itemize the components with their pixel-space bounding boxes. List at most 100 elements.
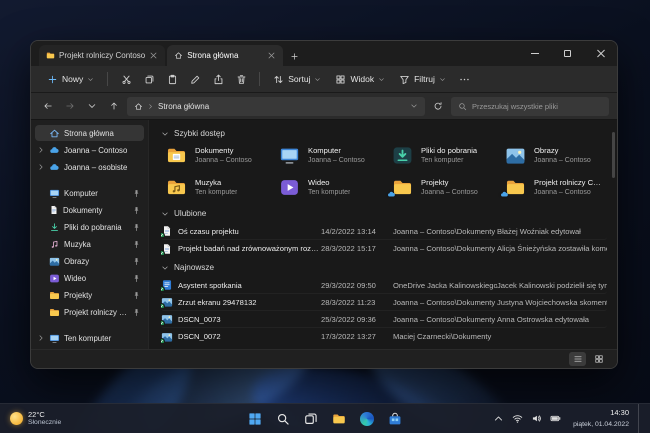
tile-name: Projekt rolniczy Contoso	[534, 178, 604, 188]
tab-strona-g-wna[interactable]: Strona główna	[167, 45, 283, 66]
tab-close-icon[interactable]	[267, 51, 276, 60]
chevron-right-icon	[37, 334, 45, 342]
taskbar-edge-button[interactable]	[355, 407, 379, 431]
sidebar-item-label: Projekty	[64, 291, 128, 300]
section-header-quick-access[interactable]: Szybki dostęp	[161, 129, 607, 138]
tray-chevron-up-button[interactable]	[490, 411, 507, 426]
folder-music-icon	[164, 177, 189, 198]
minimize-button[interactable]	[518, 41, 551, 66]
tray-volume-button[interactable]	[528, 411, 545, 426]
file-name: DSCN_0072	[178, 332, 221, 341]
pin-icon	[132, 206, 141, 215]
sidebar-item-muzyka[interactable]: Muzyka	[35, 236, 144, 252]
plus-icon	[290, 52, 299, 61]
sidebar-item-ten-komputer[interactable]: Ten komputer	[35, 330, 144, 346]
taskbar: 22°C Słonecznie 14:30 piątek, 01.04.2022	[0, 403, 650, 433]
file-row-projekt-bada-nad-zr-wnowa-onym-rozwojem[interactable]: Projekt badań nad zrównoważonym rozwojem…	[161, 240, 607, 257]
tab-strip: Projekt rolniczy ContosoStrona główna	[39, 45, 285, 66]
file-row-dscn-0072[interactable]: DSCN_007217/3/2022 13:27Maciej Czarnecki…	[161, 328, 607, 345]
quick-access-tile-komputer[interactable]: KomputerJoanna – Contoso	[274, 143, 381, 168]
pin-icon	[132, 274, 141, 283]
synced-check-icon	[161, 232, 165, 237]
synced-check-icon	[161, 286, 165, 291]
file-row-asystent-spotkania[interactable]: Asystent spotkania29/3/2022 09:50OneDriv…	[161, 277, 607, 294]
cut-button[interactable]	[115, 69, 137, 89]
quick-access-tile-dokumenty[interactable]: DokumentyJoanna – Contoso	[161, 143, 268, 168]
delete-button[interactable]	[230, 69, 252, 89]
folder-icon	[46, 51, 55, 60]
scrollbar[interactable]	[612, 132, 615, 178]
sidebar-item-strona-g-wna[interactable]: Strona główna	[35, 125, 144, 141]
tile-location: Joanna – Contoso	[308, 156, 365, 165]
sidebar-item-pliki-do-pobrania[interactable]: Pliki do pobrania	[35, 219, 144, 235]
weather-condition: Słonecznie	[28, 419, 61, 427]
clock[interactable]: 14:30 piątek, 01.04.2022	[570, 406, 632, 432]
up-button[interactable]	[105, 97, 123, 115]
sort-button[interactable]: Sortuj	[267, 71, 327, 88]
folder-icon	[49, 307, 60, 318]
forward-button[interactable]	[61, 97, 79, 115]
favorites-list: Oś czasu projektu14/2/2022 13:14Joanna –…	[161, 223, 607, 257]
tray-wifi-button[interactable]	[509, 411, 526, 426]
doc-icon	[49, 205, 59, 215]
rename-button[interactable]	[184, 69, 206, 89]
taskbar-center	[243, 404, 407, 433]
close-button[interactable]	[584, 41, 617, 66]
new-tab-button[interactable]	[285, 46, 303, 66]
tab-close-icon[interactable]	[149, 51, 158, 60]
taskbar-explorer-button[interactable]	[327, 407, 351, 431]
quick-access-tile-obrazy[interactable]: ObrazyJoanna – Contoso	[500, 143, 607, 168]
section-header-favorites[interactable]: Ulubione	[161, 209, 607, 218]
paste-button[interactable]	[161, 69, 183, 89]
details-view-button[interactable]	[569, 352, 586, 366]
quick-access-tile-pliki-do-pobrania[interactable]: Pliki do pobraniaTen komputer	[387, 143, 494, 168]
chevron-down-icon	[87, 76, 94, 83]
quick-access-tile-wideo[interactable]: WideoTen komputer	[274, 175, 381, 200]
view-button[interactable]: Widok	[329, 71, 391, 88]
sidebar-item-dokumenty[interactable]: Dokumenty	[35, 202, 144, 218]
quick-access-tile-muzyka[interactable]: MuzykaTen komputer	[161, 175, 268, 200]
sidebar-item-komputer[interactable]: Komputer	[35, 185, 144, 201]
weather-temperature: 22°C	[28, 410, 45, 419]
taskbar-store-button[interactable]	[383, 407, 407, 431]
taskbar-task-view-button[interactable]	[299, 407, 323, 431]
back-button[interactable]	[39, 97, 57, 115]
show-desktop-button[interactable]	[638, 404, 642, 433]
file-row-zrzut-ekranu-29478132[interactable]: Zrzut ekranu 2947813228/3/2022 11:23Joan…	[161, 294, 607, 311]
widgets-weather-button[interactable]: 22°C Słonecznie	[0, 404, 71, 433]
taskbar-search-button[interactable]	[271, 407, 295, 431]
quick-access-tile-projekty[interactable]: ProjektyJoanna – Contoso	[387, 175, 494, 200]
breadcrumb[interactable]: Strona główna	[127, 97, 425, 116]
copy-button[interactable]	[138, 69, 160, 89]
tray-battery-button[interactable]	[547, 411, 564, 426]
sidebar-item-projekty[interactable]: Projekty	[35, 287, 144, 303]
share-button[interactable]	[207, 69, 229, 89]
battery-icon	[550, 413, 561, 424]
cloud-icon	[49, 162, 60, 173]
maximize-button[interactable]	[551, 41, 584, 66]
search-input[interactable]	[472, 102, 602, 111]
thumbs-view-button[interactable]	[590, 352, 607, 366]
quick-access-tile-projekt-rolniczy-contoso[interactable]: Projekt rolniczy ContosoJoanna – Contoso	[500, 175, 607, 200]
sidebar-item-joanna-contoso[interactable]: Joanna – Contoso	[35, 142, 144, 158]
filter-button[interactable]: Filtruj	[393, 71, 452, 88]
more-options-button[interactable]	[454, 69, 476, 89]
file-row-o-czasu-projektu[interactable]: Oś czasu projektu14/2/2022 13:14Joanna –…	[161, 223, 607, 240]
new-button[interactable]: Nowy	[41, 71, 100, 88]
file-row-dscn-0073[interactable]: DSCN_007325/3/2022 09:36Joanna – Contoso…	[161, 311, 607, 328]
sidebar-item-obrazy[interactable]: Obrazy	[35, 253, 144, 269]
music-icon	[49, 239, 60, 250]
quick-access-grid: DokumentyJoanna – ContosoKomputerJoanna …	[161, 143, 607, 200]
taskbar-start-button[interactable]	[243, 407, 267, 431]
file-explorer-window: Projekt rolniczy ContosoStrona główna No…	[30, 40, 618, 369]
sidebar-item-joanna-osobiste[interactable]: Joanna – osobiste	[35, 159, 144, 175]
refresh-button[interactable]	[429, 97, 447, 115]
section-header-recent[interactable]: Najnowsze	[161, 263, 607, 272]
pin-icon	[132, 257, 141, 266]
sidebar-item-projekt-rolniczy-contoso[interactable]: Projekt rolniczy Contoso	[35, 304, 144, 320]
tab-projekt-rolniczy-contoso[interactable]: Projekt rolniczy Contoso	[39, 45, 165, 66]
wifi-icon	[512, 413, 523, 424]
sidebar-item-wideo[interactable]: Wideo	[35, 270, 144, 286]
recent-locations-button[interactable]	[83, 97, 101, 115]
tray-time: 14:30	[610, 408, 629, 417]
